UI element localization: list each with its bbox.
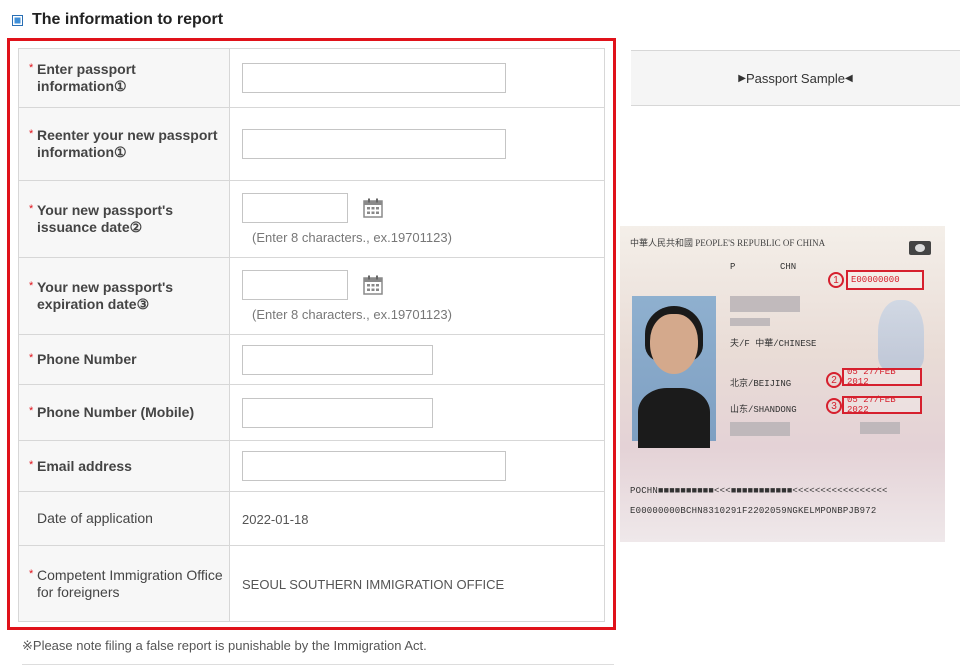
office-label: Competent Immigration Office for foreign…: [37, 566, 223, 600]
issue-date-highlight: 05 27/FEB 2012: [842, 367, 922, 387]
mrz-line-2: E00000000BCHN8310291F2202059NGKELMPONBPJ…: [630, 506, 877, 516]
mrz-line-1: POCHN■■■■■■■■■■<<<■■■■■■■■■■■<<<<<<<<<<<…: [630, 486, 888, 496]
passport-country: CHN: [780, 262, 797, 272]
note-divider: [22, 664, 614, 665]
email-input[interactable]: [242, 451, 506, 481]
expiration-label: Your new passport's expiration date③: [37, 279, 174, 312]
arrow-right-icon: ▶: [738, 72, 746, 84]
expiration-date-input[interactable]: [242, 270, 348, 300]
row-expiration: * Your new passport's expiration date③ (…: [18, 257, 605, 335]
marker-3-icon: 3: [826, 398, 842, 414]
office-value: SEOUL SOUTHERN IMMIGRATION OFFICE: [242, 576, 505, 592]
expiry-date-highlight: 05 27/FEB 2022: [842, 395, 922, 415]
mobile-label: Phone Number (Mobile): [37, 404, 195, 420]
row-date-of-application: Date of application 2022-01-18: [18, 491, 605, 546]
issuance-hint: (Enter 8 characters., ex.19701123): [252, 230, 452, 245]
phone-label: Phone Number: [37, 351, 137, 367]
report-form-frame: * Enter passport information① * Reenter yo…: [7, 38, 616, 630]
issuance-label: Your new passport's issuance date②: [37, 202, 174, 235]
required-mark: *: [29, 62, 34, 74]
passport-sample-image: 中華人民共和國 PEOPLE'S REPUBLIC OF CHINA P CHN…: [620, 226, 945, 542]
row-phone: * Phone Number: [18, 334, 605, 385]
reenter-label: Reenter your new passport information①: [37, 127, 218, 160]
expiration-hint: (Enter 8 characters., ex.19701123): [252, 307, 452, 322]
arrow-left-icon: ◀: [845, 72, 853, 84]
issuance-date-input[interactable]: [242, 193, 348, 223]
passport-birthplace: 北京/BEIJING: [730, 379, 792, 389]
square-bullet-icon: [12, 14, 23, 26]
row-office: * Competent Immigration Office for foreig…: [18, 545, 605, 622]
passport-info-label: Enter passport information①: [37, 61, 136, 94]
section-title: The information to report: [32, 11, 224, 28]
row-reenter: * Reenter your new passport information①: [18, 107, 605, 181]
passport-sample-label: Passport Sample: [746, 70, 845, 86]
calendar-icon[interactable]: [362, 197, 384, 219]
row-passport-info: * Enter passport information①: [18, 48, 605, 108]
passport-info-input[interactable]: [242, 63, 506, 93]
passport-issue-place: 山东/SHANDONG: [730, 405, 797, 415]
row-mobile: * Phone Number (Mobile): [18, 384, 605, 441]
required-mark: *: [29, 567, 34, 580]
required-mark: *: [29, 405, 34, 417]
email-label: Email address: [37, 457, 132, 474]
required-mark: *: [29, 203, 34, 215]
passport-header-text: 中華人民共和國 PEOPLE'S REPUBLIC OF CHINA: [630, 238, 826, 248]
row-issuance: * Your new passport's issuance date② (En…: [18, 180, 605, 258]
passport-photo: [632, 296, 716, 448]
passport-ghost-photo: [878, 300, 924, 370]
phone-input[interactable]: [242, 344, 433, 375]
biometric-chip-icon: [909, 241, 931, 255]
passport-sample-header: ▶ Passport Sample ◀: [631, 50, 960, 106]
required-mark: *: [29, 352, 34, 364]
row-email: * Email address: [18, 440, 605, 492]
passport-sex-nationality: 夫/F 中華/CHINESE: [730, 339, 817, 349]
required-mark: *: [29, 280, 34, 292]
calendar-icon[interactable]: [362, 274, 384, 296]
marker-1-icon: 1: [828, 272, 844, 288]
required-mark: *: [29, 458, 34, 471]
marker-2-icon: 2: [826, 372, 842, 388]
passport-type: P: [730, 262, 736, 272]
reenter-passport-input[interactable]: [242, 129, 506, 159]
false-report-note: ※Please note filing a false report is pu…: [22, 638, 427, 653]
application-date-value: 2022-01-18: [242, 511, 309, 527]
section-header: The information to report: [12, 9, 223, 31]
date-label: Date of application: [37, 510, 153, 526]
mobile-input[interactable]: [242, 397, 433, 428]
report-form-table: * Enter passport information① * Reenter yo…: [18, 48, 605, 622]
passport-number-highlight: E00000000: [846, 270, 924, 290]
required-mark: *: [29, 128, 34, 140]
